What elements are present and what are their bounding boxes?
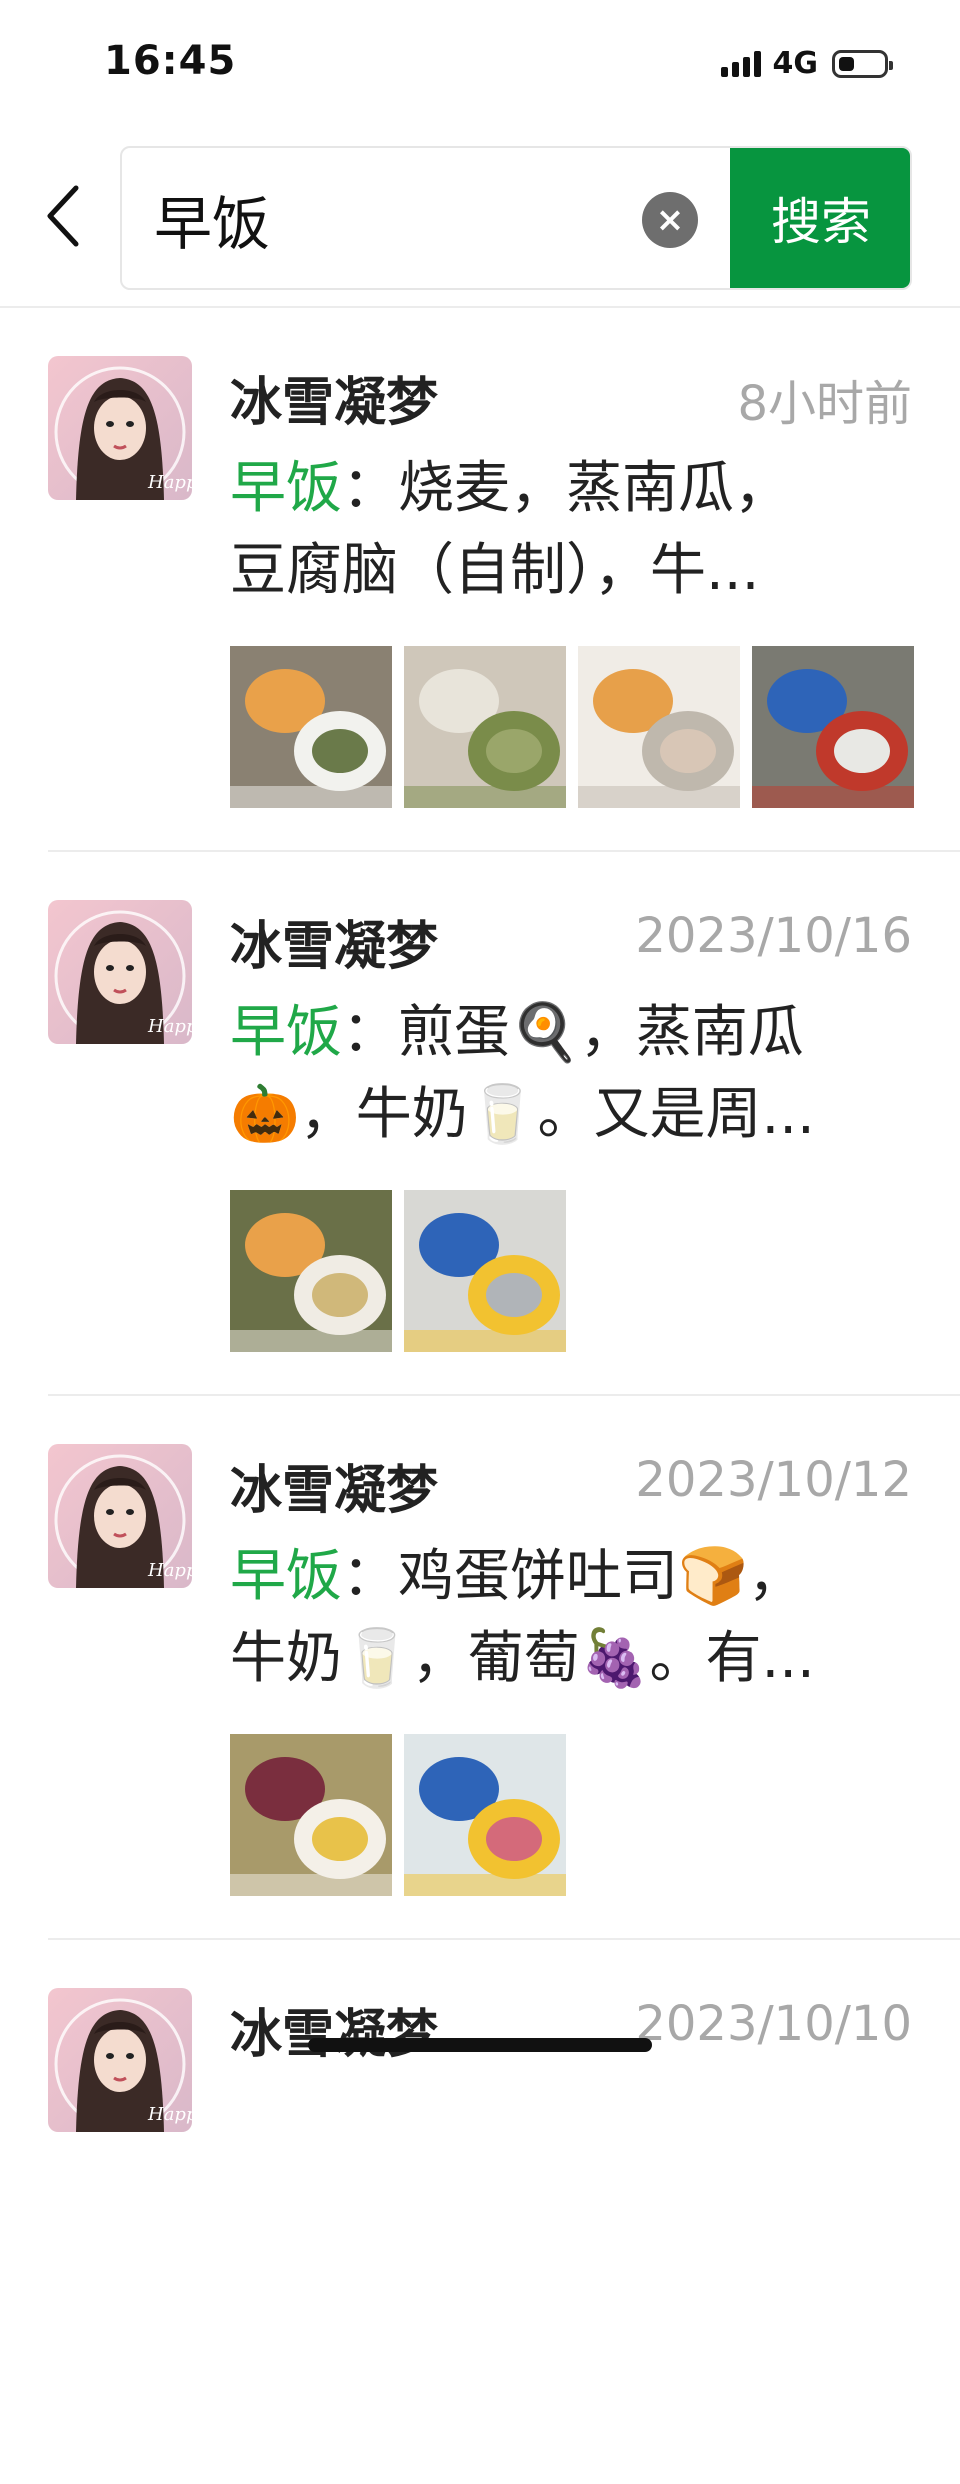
- snippet-line-2: 牛奶🥛，葡萄🍇。有...: [230, 1626, 815, 1691]
- avatar[interactable]: Happy: [48, 356, 192, 500]
- result-item[interactable]: Happy 冰雪凝梦 2023/10/16 早饭：煎蛋🍳，蒸南瓜 🎃，牛奶🥛。又是…: [0, 852, 960, 1396]
- thumbnail-0-0[interactable]: [230, 646, 392, 808]
- author-name[interactable]: 冰雪凝梦: [230, 1448, 438, 1523]
- highlighted-keyword: 早饭: [230, 1544, 342, 1609]
- post-snippet: 早饭：鸡蛋饼吐司🍞， 牛奶🥛，葡萄🍇。有...: [230, 1536, 890, 1700]
- author-name[interactable]: 冰雪凝梦: [230, 904, 438, 979]
- svg-text:Happy: Happy: [147, 1560, 192, 1581]
- thumbnail-row: [230, 1190, 566, 1352]
- post-time: 2023/10/12: [635, 1452, 912, 1508]
- result-item[interactable]: Happy 冰雪凝梦 2023/10/10: [0, 1940, 960, 2484]
- thumbnail-1-1[interactable]: [404, 1190, 566, 1352]
- snippet-line-1: ：煎蛋🍳，蒸南瓜: [342, 1000, 804, 1065]
- avatar[interactable]: Happy: [48, 900, 192, 1044]
- svg-text:Happy: Happy: [147, 2104, 192, 2125]
- avatar[interactable]: Happy: [48, 1988, 192, 2132]
- result-list: Happy 冰雪凝梦 8小时前 早饭：烧麦，蒸南瓜，豆腐脑（自制），牛...: [0, 308, 960, 2484]
- author-name[interactable]: 冰雪凝梦: [230, 360, 438, 435]
- snippet-line-1: ：鸡蛋饼吐司🍞，: [342, 1544, 804, 1609]
- snippet-line-2: 豆腐脑（自制），牛...: [230, 538, 760, 603]
- thumbnail-0-3[interactable]: [752, 646, 914, 808]
- status-time: 16:45: [104, 38, 237, 84]
- author-name[interactable]: 冰雪凝梦: [230, 1992, 438, 2067]
- avatar[interactable]: Happy: [48, 1444, 192, 1588]
- status-bar: 16:45 4G: [0, 0, 960, 120]
- post-snippet: 早饭：煎蛋🍳，蒸南瓜 🎃，牛奶🥛。又是周...: [230, 992, 890, 1156]
- status-indicators: 4G: [720, 46, 893, 81]
- svg-text:Happy: Happy: [147, 1016, 192, 1037]
- result-item[interactable]: Happy 冰雪凝梦 8小时前 早饭：烧麦，蒸南瓜， 豆腐脑（自制），牛...: [0, 308, 960, 852]
- search-input[interactable]: [152, 148, 626, 288]
- post-time: 2023/10/10: [635, 1996, 912, 2052]
- search-header: × 搜索: [0, 146, 960, 292]
- thumbnail-2-1[interactable]: [404, 1734, 566, 1896]
- clear-icon[interactable]: ×: [642, 192, 698, 248]
- search-button[interactable]: 搜索: [730, 148, 910, 288]
- svg-text:Happy: Happy: [147, 472, 192, 493]
- signal-icon: [720, 50, 761, 77]
- thumbnail-1-0[interactable]: [230, 1190, 392, 1352]
- post-time: 2023/10/16: [635, 908, 912, 964]
- thumbnail-row: [230, 646, 914, 808]
- highlighted-keyword: 早饭: [230, 456, 342, 521]
- thumbnail-0-1[interactable]: [404, 646, 566, 808]
- battery-icon: [832, 49, 893, 78]
- result-item[interactable]: Happy 冰雪凝梦 2023/10/12 早饭：鸡蛋饼吐司🍞， 牛奶🥛，葡萄🍇。…: [0, 1396, 960, 1940]
- snippet-line-1: ：烧麦，蒸南瓜，: [342, 456, 790, 521]
- thumbnail-0-2[interactable]: [578, 646, 740, 808]
- highlighted-keyword: 早饭: [230, 1000, 342, 1065]
- thumbnail-row: [230, 1734, 566, 1896]
- home-indicator: [308, 2038, 652, 2052]
- network-type: 4G: [772, 46, 819, 81]
- back-button[interactable]: [40, 176, 90, 256]
- search-box: × 搜索: [120, 146, 912, 290]
- chevron-left-icon: [47, 185, 79, 247]
- thumbnail-2-0[interactable]: [230, 1734, 392, 1896]
- snippet-line-2: 🎃，牛奶🥛。又是周...: [230, 1082, 815, 1147]
- post-time: 8小时前: [737, 376, 912, 432]
- post-snippet: 早饭：烧麦，蒸南瓜， 豆腐脑（自制），牛...: [230, 448, 890, 612]
